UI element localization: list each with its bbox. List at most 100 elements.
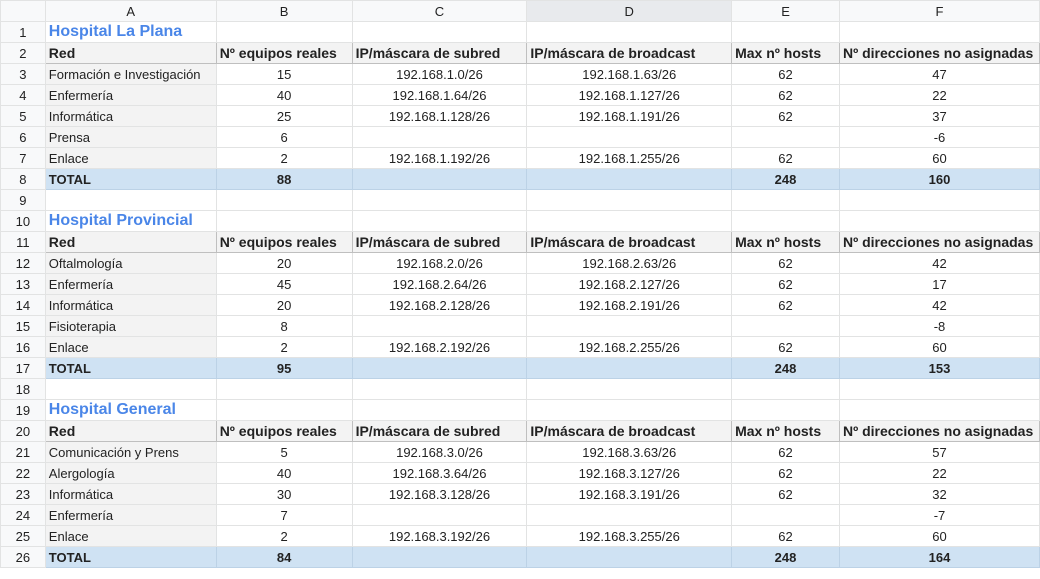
table-cell[interactable]: 192.168.3.255/26: [526, 525, 733, 547]
table-cell[interactable]: [731, 315, 840, 337]
table-cell[interactable]: 192.168.3.0/26: [351, 441, 528, 463]
select-all-corner[interactable]: [0, 0, 46, 22]
table-cell[interactable]: 20: [215, 294, 353, 316]
empty-cell[interactable]: [731, 399, 840, 421]
column-header-f[interactable]: F: [838, 0, 1040, 22]
empty-cell[interactable]: [731, 189, 840, 211]
empty-cell[interactable]: [215, 399, 353, 421]
header-cell[interactable]: Red: [44, 420, 217, 442]
table-cell[interactable]: 60: [838, 336, 1040, 358]
table-cell[interactable]: 5: [215, 441, 353, 463]
table-cell[interactable]: 45: [215, 273, 353, 295]
table-cell[interactable]: 40: [215, 462, 353, 484]
header-cell[interactable]: IP/máscara de broadcast: [526, 420, 733, 442]
row-header-25[interactable]: 25: [0, 525, 46, 547]
table-cell[interactable]: -8: [838, 315, 1040, 337]
row-header-21[interactable]: 21: [0, 441, 46, 463]
table-cell[interactable]: Formación e Investigación: [44, 63, 217, 85]
table-cell[interactable]: [731, 126, 840, 148]
table-cell[interactable]: 192.168.1.127/26: [526, 84, 733, 106]
table-cell[interactable]: 7: [215, 504, 353, 526]
header-cell[interactable]: Red: [44, 42, 217, 64]
empty-cell[interactable]: [44, 189, 217, 211]
total-cell[interactable]: 248: [731, 168, 840, 190]
table-cell[interactable]: 62: [731, 525, 840, 547]
table-cell[interactable]: 192.168.3.128/26: [351, 483, 528, 505]
row-header-20[interactable]: 20: [0, 420, 46, 442]
total-cell[interactable]: [526, 357, 733, 379]
row-header-26[interactable]: 26: [0, 546, 46, 568]
table-cell[interactable]: 17: [838, 273, 1040, 295]
empty-cell[interactable]: [215, 21, 353, 43]
row-header-1[interactable]: 1: [0, 21, 46, 43]
header-cell[interactable]: IP/máscara de subred: [351, 420, 528, 442]
table-cell[interactable]: 2: [215, 525, 353, 547]
table-cell[interactable]: 192.168.1.0/26: [351, 63, 528, 85]
row-header-12[interactable]: 12: [0, 252, 46, 274]
table-cell[interactable]: 192.168.3.127/26: [526, 462, 733, 484]
table-cell[interactable]: [351, 504, 528, 526]
empty-cell[interactable]: [838, 378, 1040, 400]
table-cell[interactable]: 192.168.3.191/26: [526, 483, 733, 505]
table-cell[interactable]: 60: [838, 525, 1040, 547]
table-cell[interactable]: 2: [215, 147, 353, 169]
empty-cell[interactable]: [351, 21, 528, 43]
table-cell[interactable]: 192.168.1.191/26: [526, 105, 733, 127]
table-cell[interactable]: 57: [838, 441, 1040, 463]
table-cell[interactable]: 42: [838, 252, 1040, 274]
row-header-7[interactable]: 7: [0, 147, 46, 169]
table-cell[interactable]: 25: [215, 105, 353, 127]
header-cell[interactable]: IP/máscara de subred: [351, 231, 528, 253]
table-cell[interactable]: -6: [838, 126, 1040, 148]
row-header-16[interactable]: 16: [0, 336, 46, 358]
total-cell[interactable]: 160: [838, 168, 1040, 190]
empty-cell[interactable]: [838, 399, 1040, 421]
table-cell[interactable]: [351, 126, 528, 148]
empty-cell[interactable]: [526, 210, 733, 232]
row-header-24[interactable]: 24: [0, 504, 46, 526]
empty-cell[interactable]: [526, 189, 733, 211]
table-cell[interactable]: Prensa: [44, 126, 217, 148]
table-cell[interactable]: 62: [731, 84, 840, 106]
empty-cell[interactable]: [731, 210, 840, 232]
table-cell[interactable]: 192.168.2.64/26: [351, 273, 528, 295]
header-cell[interactable]: Max nº hosts: [731, 420, 840, 442]
table-cell[interactable]: 47: [838, 63, 1040, 85]
row-header-14[interactable]: 14: [0, 294, 46, 316]
empty-cell[interactable]: [526, 378, 733, 400]
table-cell[interactable]: [526, 126, 733, 148]
table-cell[interactable]: 40: [215, 84, 353, 106]
table-cell[interactable]: -7: [838, 504, 1040, 526]
section-title[interactable]: Hospital La Plana: [44, 21, 217, 43]
empty-cell[interactable]: [838, 210, 1040, 232]
row-header-17[interactable]: 17: [0, 357, 46, 379]
table-cell[interactable]: Alergología: [44, 462, 217, 484]
table-cell[interactable]: 192.168.3.64/26: [351, 462, 528, 484]
row-header-15[interactable]: 15: [0, 315, 46, 337]
table-cell[interactable]: 62: [731, 105, 840, 127]
total-cell[interactable]: 153: [838, 357, 1040, 379]
table-cell[interactable]: 37: [838, 105, 1040, 127]
empty-cell[interactable]: [838, 189, 1040, 211]
total-cell[interactable]: 248: [731, 357, 840, 379]
table-cell[interactable]: 62: [731, 441, 840, 463]
table-cell[interactable]: 62: [731, 252, 840, 274]
row-header-8[interactable]: 8: [0, 168, 46, 190]
table-cell[interactable]: 62: [731, 462, 840, 484]
total-cell[interactable]: TOTAL: [44, 546, 217, 568]
row-header-10[interactable]: 10: [0, 210, 46, 232]
table-cell[interactable]: [526, 315, 733, 337]
table-cell[interactable]: Enfermería: [44, 273, 217, 295]
table-cell[interactable]: 192.168.1.192/26: [351, 147, 528, 169]
column-header-d[interactable]: D: [526, 0, 733, 22]
table-cell[interactable]: 42: [838, 294, 1040, 316]
row-header-5[interactable]: 5: [0, 105, 46, 127]
table-cell[interactable]: 22: [838, 462, 1040, 484]
row-header-19[interactable]: 19: [0, 399, 46, 421]
table-cell[interactable]: 8: [215, 315, 353, 337]
table-cell[interactable]: Enfermería: [44, 504, 217, 526]
table-cell[interactable]: 192.168.2.63/26: [526, 252, 733, 274]
header-cell[interactable]: IP/máscara de subred: [351, 42, 528, 64]
header-cell[interactable]: Nº direcciones no asignadas: [838, 42, 1040, 64]
empty-cell[interactable]: [526, 21, 733, 43]
